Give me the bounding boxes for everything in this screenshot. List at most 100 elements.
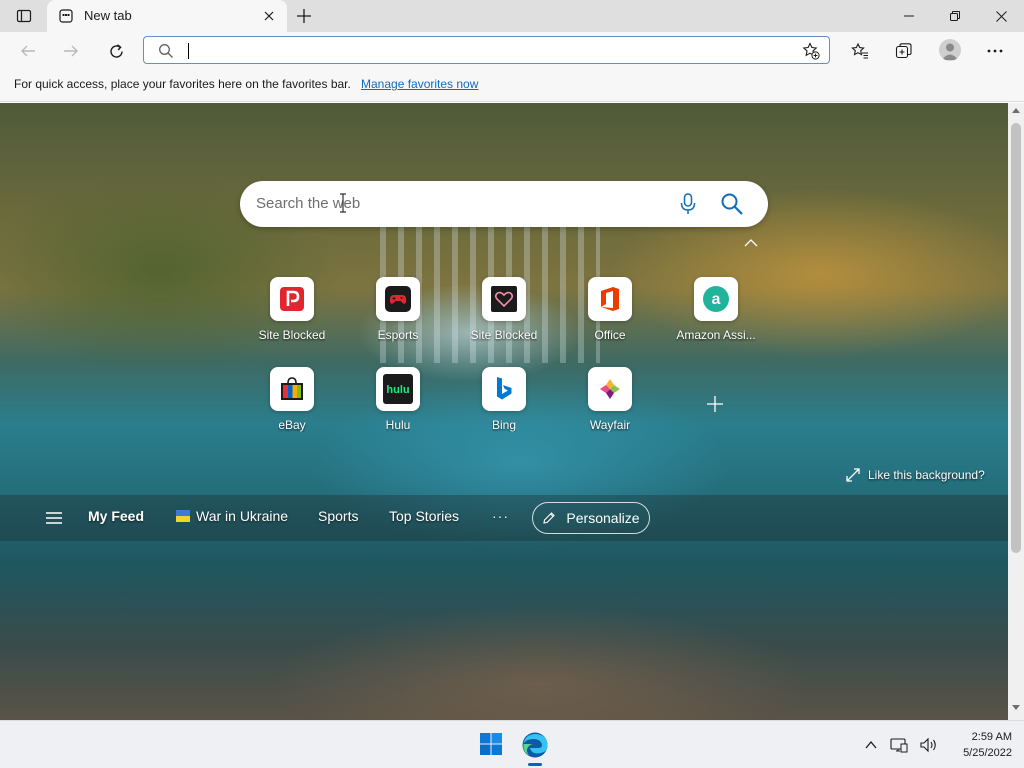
tile-label: Wayfair [589,418,631,432]
feed-tab-sports[interactable]: Sports [318,508,358,524]
new-tab-page-icon [59,9,73,23]
web-search-box[interactable]: Search the web [240,181,768,227]
hamburger-menu-icon[interactable] [44,509,64,527]
office-icon [588,277,632,321]
tile-label: Site Blocked [470,328,538,342]
personalize-button[interactable]: Personalize [532,502,650,534]
shopping-bag-icon [270,367,314,411]
tile-label: Esports [377,328,419,342]
taskbar: 2:59 AM 5/25/2022 [0,720,1024,768]
refresh-button[interactable] [100,35,132,67]
favorites-star-list-icon [851,42,868,59]
tile-label: Site Blocked [258,328,326,342]
volume-icon[interactable] [920,737,938,753]
quick-link-ebay[interactable]: eBay [242,367,342,447]
text-caret [188,43,189,59]
start-button[interactable] [476,729,506,759]
taskbar-clock[interactable]: 2:59 AM 5/25/2022 [940,729,1012,761]
edge-browser-icon [522,732,548,758]
tile-label: Amazon Assi... [676,328,756,342]
favorites-bar-message: For quick access, place your favorites h… [14,77,351,91]
tile-label: Office [594,328,626,342]
person-icon [942,43,958,60]
new-tab-page: Search the web Site Blocked Esports Site… [0,103,1008,720]
forward-arrow-icon [64,45,78,57]
favorites-button[interactable] [844,35,876,67]
tab-new-tab[interactable]: New tab [47,0,287,32]
svg-text:a: a [712,291,721,308]
scrollbar-thumb[interactable] [1011,123,1021,553]
active-app-indicator [528,763,542,766]
feed-tab-war-in-ukraine[interactable]: War in Ukraine [176,508,288,524]
windows-logo-icon [480,733,502,755]
text-cursor-icon [340,193,346,213]
profile-avatar[interactable] [939,39,961,61]
like-background-button[interactable]: Like this background? [846,465,985,485]
chevron-up-icon[interactable] [742,236,760,250]
search-icon [159,44,173,58]
search-icon[interactable] [720,192,744,216]
feed-navigation-bar: My Feed War in Ukraine Sports Top Storie… [0,495,1008,541]
site-blocked-p-icon [270,277,314,321]
chevron-up-icon[interactable] [864,738,878,752]
quick-link-esports[interactable]: Esports [348,277,448,357]
tile-label: eBay [278,418,306,432]
settings-and-more-button[interactable] [979,35,1011,67]
heart-icon [482,277,526,321]
quick-link-wayfair[interactable]: Wayfair [560,367,660,447]
add-favorite-icon[interactable] [802,42,820,60]
amazon-assistant-icon: a [694,277,738,321]
page-scrollbar[interactable] [1008,103,1024,720]
quick-link-site-blocked-2[interactable]: Site Blocked [454,277,554,357]
like-background-label: Like this background? [868,468,985,482]
new-tab-button[interactable] [292,4,316,28]
feed-tab-top-stories[interactable]: Top Stories [389,508,459,524]
ukraine-flag-icon [176,510,190,522]
manage-favorites-link[interactable]: Manage favorites now [361,77,478,91]
collections-button[interactable] [888,35,920,67]
minimize-button[interactable] [886,0,932,32]
taskbar-edge-button[interactable] [519,729,551,761]
pencil-icon [543,512,556,524]
scroll-up-arrow-icon[interactable] [1012,107,1020,113]
svg-text:hulu: hulu [386,384,409,396]
quick-link-hulu[interactable]: hulu Hulu [348,367,448,447]
add-site-icon[interactable] [704,393,726,415]
clock-time: 2:59 AM [971,731,1012,743]
gamepad-icon [376,277,420,321]
toolbar [0,32,1024,70]
expand-arrows-icon [846,468,860,482]
tile-label: Hulu [385,418,411,432]
microphone-icon[interactable] [678,193,698,215]
tab-strip: New tab [0,0,1024,32]
collections-icon [895,43,912,59]
favorites-bar: For quick access, place your favorites h… [0,70,1024,102]
close-window-button[interactable] [978,0,1024,32]
refresh-icon [109,43,123,58]
quick-link-office[interactable]: Office [560,277,660,357]
feed-more-button[interactable]: ··· [492,508,509,524]
quick-link-site-blocked-1[interactable]: Site Blocked [242,277,342,357]
feed-tab-my-feed[interactable]: My Feed [88,508,144,524]
wayfair-icon [588,367,632,411]
more-dots-icon [987,49,1003,53]
bing-icon [482,367,526,411]
tab-title: New tab [84,8,132,23]
quick-link-bing[interactable]: Bing [454,367,554,447]
tile-label: Bing [491,418,517,432]
personalize-label: Personalize [566,510,640,526]
clock-date: 5/25/2022 [963,747,1012,759]
quick-link-amazon-assistant[interactable]: a Amazon Assi... [666,277,766,357]
network-icon[interactable] [890,737,908,753]
forward-button[interactable] [55,35,87,67]
restore-button[interactable] [932,0,978,32]
tab-actions-icon[interactable] [8,4,40,28]
hulu-icon: hulu [376,367,420,411]
address-bar[interactable] [143,36,830,64]
system-tray [864,733,938,757]
close-tab-icon[interactable] [261,8,277,24]
back-arrow-icon [21,45,35,57]
feed-tab-label: War in Ukraine [196,508,289,524]
back-button[interactable] [12,35,44,67]
scroll-down-arrow-icon[interactable] [1012,705,1020,711]
